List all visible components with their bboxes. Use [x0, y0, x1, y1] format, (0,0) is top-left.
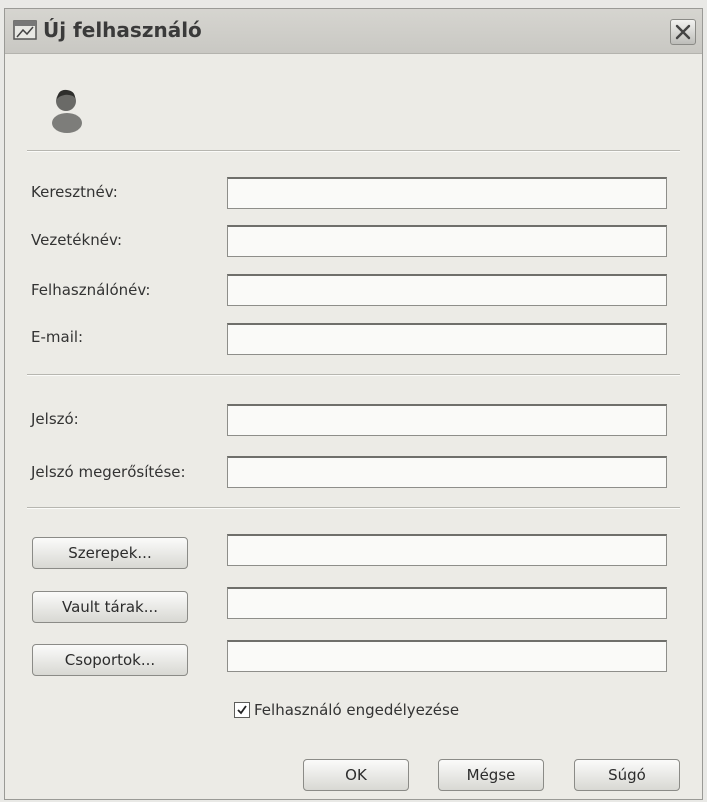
enable-user-label: Felhasználó engedélyezése [254, 701, 460, 719]
separator-passwords [27, 507, 680, 509]
confirm-password-label: Jelszó megerősítése: [31, 463, 186, 481]
separator-names [27, 374, 680, 376]
roles-button[interactable]: Szerepek... [32, 537, 188, 569]
groups-button[interactable]: Csoportok... [32, 644, 188, 676]
password-label: Jelszó: [31, 410, 79, 428]
dialog-title: Új felhasználó [43, 18, 202, 42]
email-label: E-mail: [31, 328, 84, 346]
email-field[interactable] [227, 323, 667, 355]
enable-user-checkbox[interactable] [234, 702, 250, 718]
close-icon [675, 24, 691, 40]
first-name-label: Keresztnév: [31, 183, 118, 201]
user-icon [52, 89, 82, 133]
confirm-password-field[interactable] [227, 456, 667, 488]
ok-button[interactable]: OK [303, 759, 409, 791]
first-name-field[interactable] [227, 177, 667, 209]
groups-field[interactable] [227, 640, 667, 672]
username-label: Felhasználónév: [31, 281, 151, 299]
last-name-label: Vezetéknév: [31, 231, 123, 249]
username-field[interactable] [227, 274, 667, 306]
header-separator [27, 150, 680, 152]
vaults-button[interactable]: Vault tárak... [32, 591, 188, 623]
help-button[interactable]: Súgó [574, 759, 680, 791]
last-name-field[interactable] [227, 225, 667, 257]
password-field[interactable] [227, 404, 667, 436]
title-bar: Új felhasználó [5, 9, 702, 54]
new-user-dialog: Új felhasználó Keresztnév: Vezetéknév: F… [4, 8, 703, 800]
close-button[interactable] [670, 19, 696, 45]
check-icon [237, 705, 247, 715]
window-icon [13, 20, 37, 40]
cancel-button[interactable]: Mégse [438, 759, 544, 791]
roles-field[interactable] [227, 534, 667, 566]
vaults-field[interactable] [227, 587, 667, 619]
